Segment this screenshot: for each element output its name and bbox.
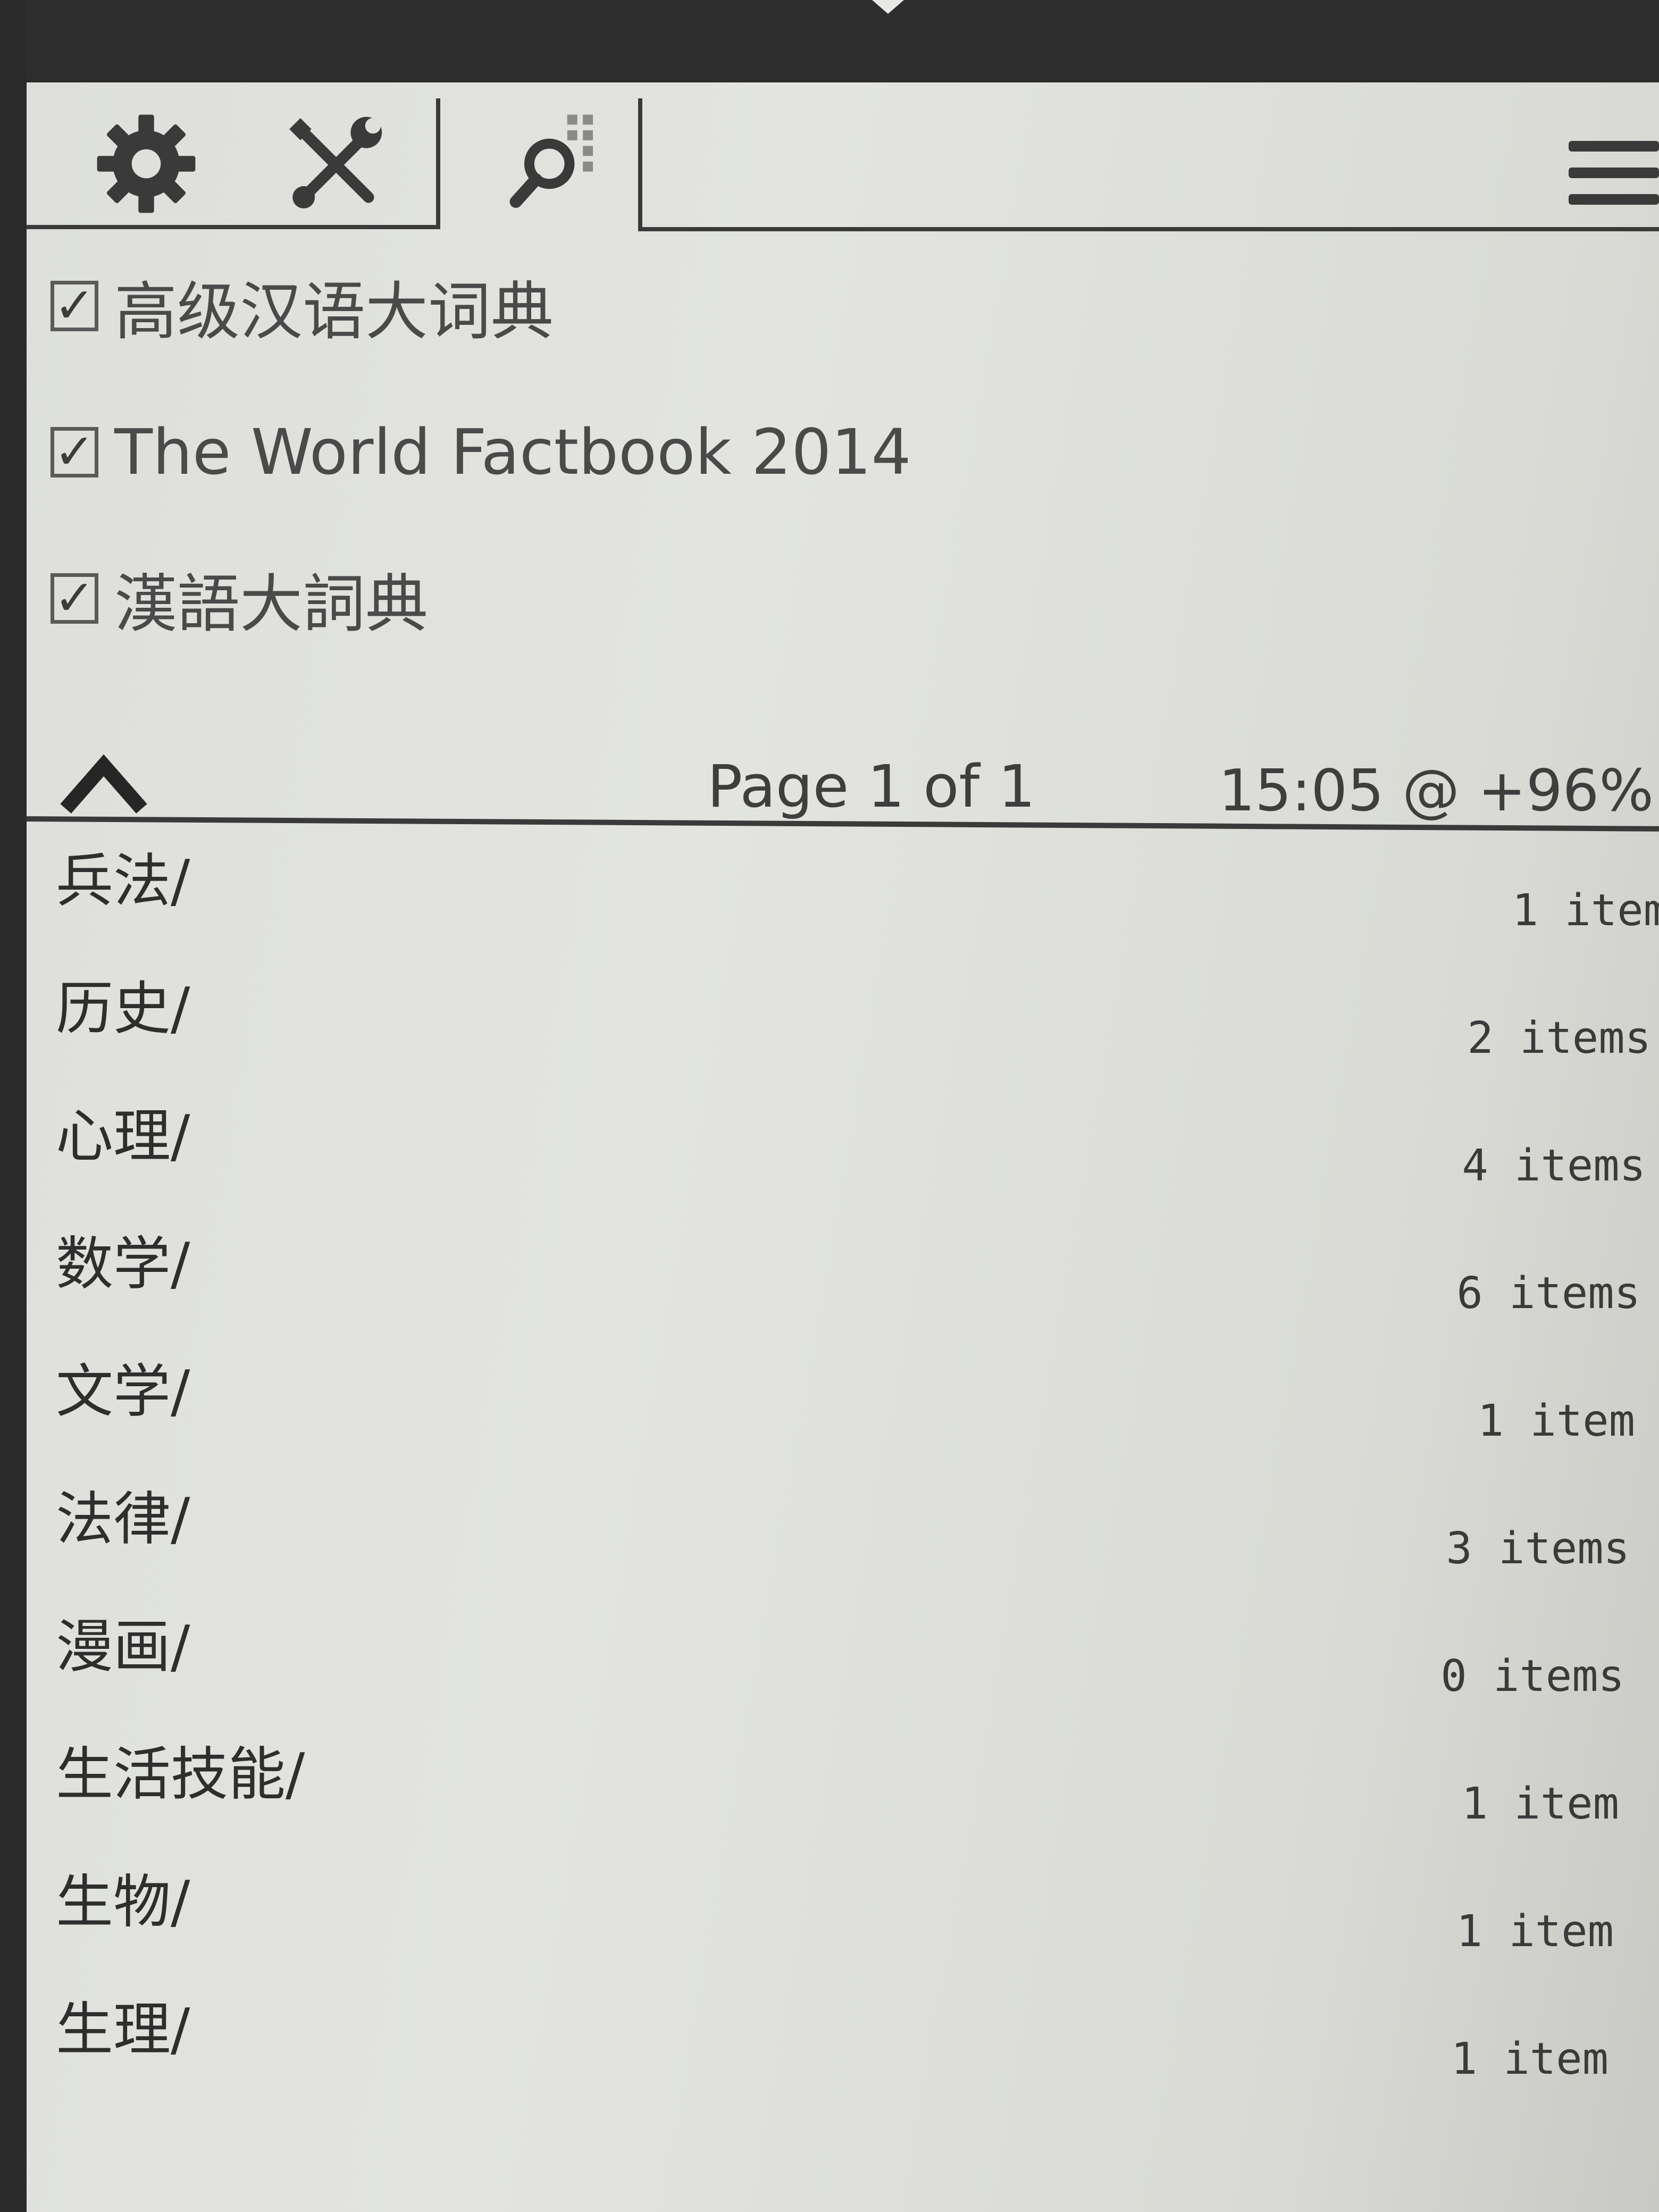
tab-bar-border bbox=[27, 225, 436, 229]
page-indicator: Page 1 of 1 bbox=[707, 752, 1036, 820]
folder-item-count: 3 items bbox=[1446, 1523, 1630, 1574]
checkbox[interactable]: ✓ bbox=[51, 573, 98, 624]
clock-battery-status: 15:05 @ +96% bbox=[1218, 758, 1654, 824]
folder-item-count: 0 items bbox=[1440, 1651, 1624, 1702]
folder-row[interactable]: 法律/ 3 items bbox=[27, 1465, 1659, 1593]
folder-name: 生活技能/ bbox=[56, 1741, 305, 1808]
dictionary-option[interactable]: ✓ 漢語大詞典 bbox=[51, 558, 428, 641]
folder-item-count: 1 item bbox=[1456, 1906, 1614, 1957]
search-grid-icon bbox=[509, 114, 593, 208]
folder-name: 生理/ bbox=[56, 1997, 190, 2063]
folder-item-count: 1 item bbox=[1512, 885, 1659, 936]
folder-item-count: 1 item bbox=[1451, 2034, 1608, 2084]
screen: ✓ 高级汉语大词典 ✓ The World Factbook 2014 ✓ 漢語… bbox=[27, 82, 1659, 2212]
folder-item-count: 2 items bbox=[1467, 1013, 1651, 1063]
folder-row[interactable]: 生活技能/ 1 item bbox=[27, 1720, 1659, 1848]
dictionary-option[interactable]: ✓ 高级汉语大词典 bbox=[51, 266, 554, 348]
tab-tools[interactable] bbox=[255, 98, 415, 229]
wrench-screwdriver-icon bbox=[289, 116, 382, 208]
gear-icon bbox=[97, 114, 196, 213]
folder-row[interactable]: 数学/ 6 items bbox=[27, 1210, 1659, 1337]
folder-name: 心理/ bbox=[56, 1103, 190, 1170]
folder-name: 生物/ bbox=[56, 1869, 190, 1936]
device-notch bbox=[872, 0, 904, 14]
folder-row[interactable]: 历史/ 2 items bbox=[27, 954, 1659, 1082]
folder-row[interactable]: 生理/ 1 item bbox=[27, 1975, 1659, 2103]
folder-item-count: 6 items bbox=[1456, 1268, 1640, 1319]
folder-name: 文学/ bbox=[56, 1359, 190, 1425]
folder-name: 数学/ bbox=[56, 1231, 190, 1297]
toolbar bbox=[27, 82, 1659, 242]
folder-name: 漫画/ bbox=[56, 1614, 190, 1680]
dictionary-label: 漢語大詞典 bbox=[114, 567, 429, 641]
folder-row[interactable]: 心理/ 4 items bbox=[27, 1082, 1659, 1210]
chevron-up-icon[interactable] bbox=[58, 752, 149, 816]
folder-row[interactable]: 生物/ 1 item bbox=[27, 1848, 1659, 1975]
folder-row[interactable]: 漫画/ 0 items bbox=[27, 1593, 1659, 1720]
folder-row[interactable]: 兵法/ 1 item bbox=[27, 827, 1659, 954]
tab-settings[interactable] bbox=[74, 98, 218, 229]
checkbox[interactable]: ✓ bbox=[51, 280, 98, 331]
checkbox[interactable]: ✓ bbox=[51, 426, 98, 477]
folder-name: 法律/ bbox=[56, 1486, 190, 1553]
folder-item-count: 1 item bbox=[1461, 1779, 1619, 1829]
dictionary-label: 高级汉语大词典 bbox=[114, 274, 554, 348]
folder-name: 兵法/ bbox=[56, 848, 190, 915]
hamburger-menu-icon[interactable] bbox=[1569, 141, 1659, 215]
tab-bar-border bbox=[638, 227, 1659, 231]
dictionary-option[interactable]: ✓ The World Factbook 2014 bbox=[51, 412, 911, 492]
folder-item-count: 1 item bbox=[1477, 1396, 1635, 1446]
dictionary-label: The World Factbook 2014 bbox=[114, 415, 911, 489]
device-bezel-top bbox=[0, 0, 1659, 80]
folder-item-count: 4 items bbox=[1462, 1141, 1646, 1191]
device-bezel-left bbox=[0, 0, 27, 2212]
tab-divider bbox=[436, 98, 440, 229]
tab-search[interactable] bbox=[463, 98, 654, 229]
folder-name: 历史/ bbox=[56, 976, 190, 1042]
tab-divider bbox=[638, 98, 642, 231]
folder-row[interactable]: 文学/ 1 item bbox=[27, 1337, 1659, 1465]
status-bar: Page 1 of 1 15:05 @ +96% bbox=[27, 705, 1659, 827]
